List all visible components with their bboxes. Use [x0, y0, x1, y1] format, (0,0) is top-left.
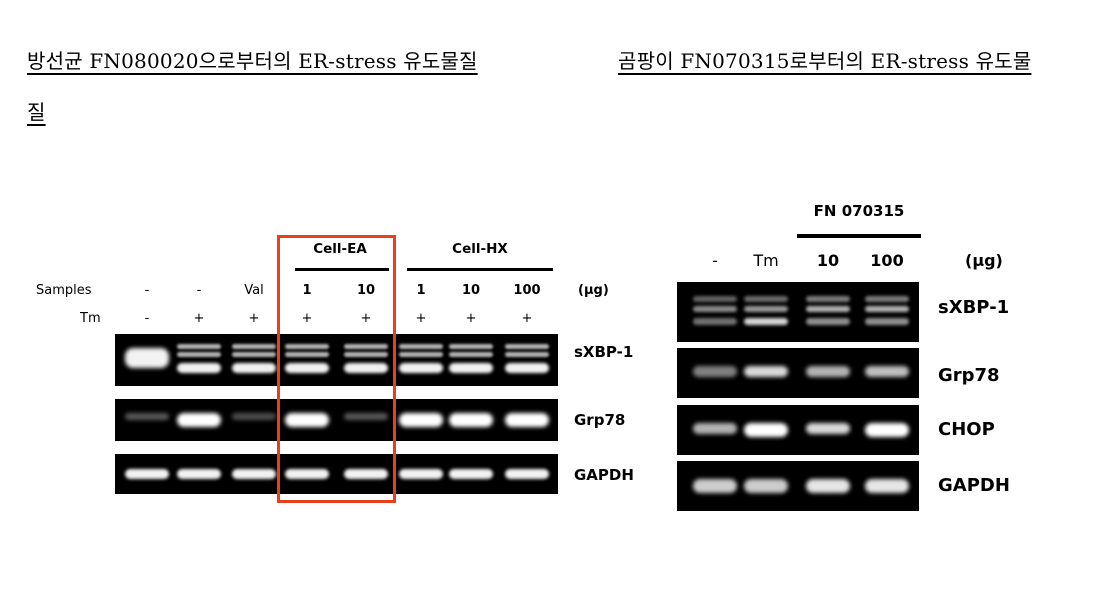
band: [125, 469, 169, 479]
gene-label-grp78: Grp78: [574, 411, 626, 429]
band: [449, 363, 493, 373]
band: [865, 296, 909, 302]
band: [744, 296, 788, 302]
band: [505, 352, 549, 357]
tm-row-label: Tm: [80, 311, 101, 326]
band: [449, 352, 493, 357]
band: [399, 413, 443, 427]
band: [177, 469, 221, 479]
band: [505, 469, 549, 479]
sample-label-lane-3: Val: [244, 283, 264, 298]
band: [505, 344, 549, 349]
gene-label-sxbp1-right: sXBP-1: [938, 297, 1010, 318]
band: [744, 366, 788, 377]
gene-label-gapdh: GAPDH: [574, 466, 634, 484]
gene-label-grp78-right: Grp78: [938, 365, 1000, 386]
band: [232, 352, 276, 357]
gel-chop-right: [677, 405, 919, 455]
gene-label-sxbp1: sXBP-1: [574, 343, 634, 361]
band: [865, 306, 909, 312]
right-lane-label-2: Tm: [753, 251, 779, 270]
tm-label-lane-8: +: [521, 311, 533, 326]
band: [399, 344, 443, 349]
group-label-fn070315: FN 070315: [813, 202, 905, 220]
right-lane-label-3: 10: [816, 251, 840, 270]
band: [125, 348, 169, 368]
band: [693, 318, 737, 325]
band: [177, 344, 221, 349]
band: [449, 344, 493, 349]
band: [399, 469, 443, 479]
band: [744, 479, 788, 493]
sample-label-lane-7: 10: [461, 283, 481, 298]
band: [449, 413, 493, 427]
band: [505, 413, 549, 427]
sample-label-lane-6: 1: [416, 283, 426, 298]
band: [693, 306, 737, 312]
band: [865, 423, 909, 437]
band: [177, 413, 221, 427]
tm-label-lane-1: -: [144, 311, 150, 326]
band: [744, 423, 788, 437]
band: [806, 318, 850, 325]
left-figure-title-line2: 질: [27, 100, 46, 124]
band: [806, 423, 850, 434]
tm-label-lane-7: +: [465, 311, 477, 326]
band: [865, 479, 909, 493]
sample-label-lane-8: 100: [513, 283, 541, 298]
right-lane-label-1: -: [712, 251, 718, 270]
band: [232, 469, 276, 479]
right-lane-label-4: 100: [870, 251, 904, 270]
band: [177, 363, 221, 373]
gel-gapdh-right: [677, 461, 919, 511]
gel-sxbp1-right: [677, 282, 919, 342]
band: [806, 306, 850, 312]
gene-label-gapdh-right: GAPDH: [938, 475, 1010, 496]
gel-grp78-right: [677, 348, 919, 398]
band: [693, 296, 737, 302]
sample-label-lane-2: -: [196, 283, 202, 298]
band: [865, 318, 909, 325]
band: [806, 479, 850, 493]
band: [693, 423, 737, 434]
right-figure-title: 곰팡이 FN070315로부터의 ER-stress 유도물: [618, 49, 1032, 73]
band: [232, 344, 276, 349]
band: [744, 306, 788, 312]
band: [177, 352, 221, 357]
band: [693, 366, 737, 377]
band: [693, 479, 737, 493]
band: [399, 363, 443, 373]
highlight-box-cell-ea: [277, 235, 396, 503]
band: [449, 469, 493, 479]
band: [806, 296, 850, 302]
group-bar-fn070315: [797, 234, 921, 238]
band: [125, 413, 169, 420]
left-unit-label: (μg): [578, 283, 609, 298]
gene-label-chop-right: CHOP: [938, 419, 995, 440]
samples-row-label: Samples: [36, 283, 92, 298]
band: [399, 352, 443, 357]
band: [505, 363, 549, 373]
tm-label-lane-2: +: [193, 311, 205, 326]
group-bar-cell-hx: [407, 268, 553, 271]
band: [232, 363, 276, 373]
band: [744, 318, 788, 325]
band: [232, 413, 276, 420]
right-unit-label: (μg): [965, 251, 1003, 270]
band: [865, 366, 909, 377]
sample-label-lane-1: -: [144, 283, 150, 298]
band: [806, 366, 850, 377]
tm-label-lane-6: +: [415, 311, 427, 326]
group-label-cell-hx: Cell-HX: [452, 241, 508, 257]
left-figure-title-line1: 방선균 FN080020으로부터의 ER-stress 유도물질: [27, 49, 478, 73]
tm-label-lane-3: +: [248, 311, 260, 326]
